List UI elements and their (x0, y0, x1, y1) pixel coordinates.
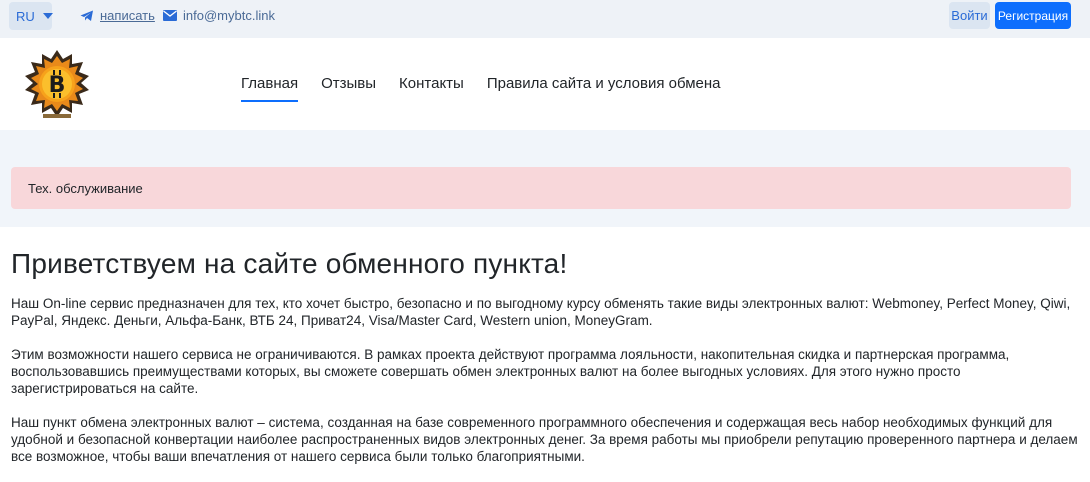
register-button[interactable]: Регистрация (995, 2, 1071, 29)
main-nav: Главная Отзывы Контакты Правила сайта и … (241, 75, 721, 102)
page-title: Приветствуем на сайте обменного пункта! (11, 248, 568, 279)
topbar: RU написать info@mybtc.link Войти Регист… (0, 0, 1090, 38)
svg-text:B: B (49, 73, 66, 98)
intro-paragraph-3: Наш пункт обмена электронных валют – сис… (11, 415, 1078, 464)
login-button[interactable]: Войти (949, 2, 990, 29)
alert-text: Тех. обслуживание (28, 180, 143, 196)
nav-item-contacts[interactable]: Контакты (399, 75, 464, 102)
chevron-down-icon (42, 13, 53, 19)
header: B Главная Отзывы Контакты Правила сайта … (0, 38, 1090, 130)
telegram-link[interactable]: написать (100, 8, 155, 23)
intro-paragraph-2: Этим возможности нашего сервиса не огран… (11, 347, 1010, 396)
envelope-icon (163, 10, 177, 21)
nav-item-rules[interactable]: Правила сайта и условия обмена (487, 75, 721, 102)
site-logo[interactable]: B (12, 40, 102, 130)
language-label: RU (16, 8, 35, 24)
email-text: info@mybtc.link (183, 8, 275, 23)
email-contact[interactable]: info@mybtc.link (163, 8, 275, 23)
maintenance-alert: Тех. обслуживание (11, 167, 1071, 209)
telegram-icon (80, 10, 93, 21)
nav-item-reviews[interactable]: Отзывы (321, 75, 376, 102)
main-content: Приветствуем на сайте обменного пункта! … (11, 248, 1081, 482)
alert-band: Тех. обслуживание (0, 130, 1090, 227)
telegram-contact[interactable]: написать (80, 8, 155, 23)
nav-item-home[interactable]: Главная (241, 75, 299, 102)
language-select[interactable]: RU (9, 2, 53, 30)
bitcoin-logo-icon: B (25, 50, 89, 118)
intro-paragraph-1: Наш On-line сервис предназначен для тех,… (11, 296, 1071, 328)
